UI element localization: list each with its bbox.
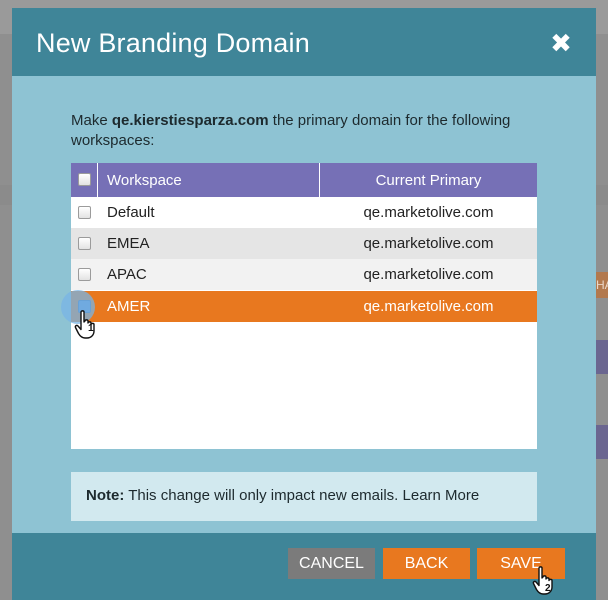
- table-row-selected[interactable]: AMER qe.marketolive.com: [71, 291, 537, 322]
- background-panel-2: [594, 425, 608, 459]
- select-all-checkbox[interactable]: [78, 173, 91, 186]
- cell-current-primary: qe.marketolive.com: [363, 266, 494, 283]
- background-button: HA: [594, 272, 608, 298]
- cell-current-primary: qe.marketolive.com: [363, 235, 494, 252]
- close-icon: ✖: [550, 28, 572, 58]
- background-button-label: HA: [596, 278, 608, 292]
- note-text: Note: This change will only impact new e…: [86, 487, 479, 504]
- note-box: Note: This change will only impact new e…: [71, 472, 537, 521]
- dialog-footer: CANCEL BACK SAVE: [12, 533, 596, 600]
- step-1-marker: 1: [88, 323, 94, 334]
- close-button[interactable]: ✖: [550, 30, 572, 56]
- row-checkbox[interactable]: [78, 237, 91, 250]
- table-row[interactable]: EMEA qe.marketolive.com: [71, 228, 537, 259]
- step-2-marker: 2: [545, 583, 551, 594]
- intro-domain: qe.kierstiesparza.com: [111, 112, 269, 129]
- hand-cursor-icon: [74, 310, 95, 339]
- column-header-current-primary[interactable]: Current Primary: [320, 172, 537, 189]
- cell-workspace: AMER: [107, 298, 151, 315]
- row-checkbox[interactable]: [78, 268, 91, 281]
- cell-workspace: APAC: [107, 266, 147, 283]
- intro-text: Make qe.kierstiesparza.com the primary d…: [71, 111, 541, 151]
- table-row[interactable]: Default qe.marketolive.com: [71, 197, 537, 228]
- cell-workspace: EMEA: [107, 235, 150, 252]
- workspace-table: Workspace Current Primary Default qe.mar…: [71, 163, 537, 449]
- note-body: This change will only impact new emails.: [124, 487, 403, 504]
- dialog-title: New Branding Domain: [36, 28, 310, 58]
- background-panel: [594, 340, 608, 374]
- table-row[interactable]: APAC qe.marketolive.com: [71, 259, 537, 290]
- dialog-header: New Branding Domain ✖: [12, 8, 596, 76]
- back-button[interactable]: BACK: [383, 548, 470, 579]
- column-header-workspace[interactable]: Workspace: [107, 172, 182, 189]
- learn-more-link[interactable]: Learn More: [403, 487, 480, 504]
- note-label: Note:: [86, 487, 125, 504]
- cell-workspace: Default: [107, 204, 155, 221]
- new-branding-domain-dialog: New Branding Domain ✖ Make qe.kierstiesp…: [12, 8, 596, 600]
- table-header: Workspace Current Primary: [71, 163, 537, 197]
- cell-current-primary: qe.marketolive.com: [363, 204, 494, 221]
- intro-prefix: Make: [71, 112, 112, 129]
- cell-current-primary: qe.marketolive.com: [363, 298, 494, 315]
- select-all-cell: [71, 163, 98, 197]
- cancel-button[interactable]: CANCEL: [288, 548, 375, 579]
- row-checkbox[interactable]: [78, 206, 91, 219]
